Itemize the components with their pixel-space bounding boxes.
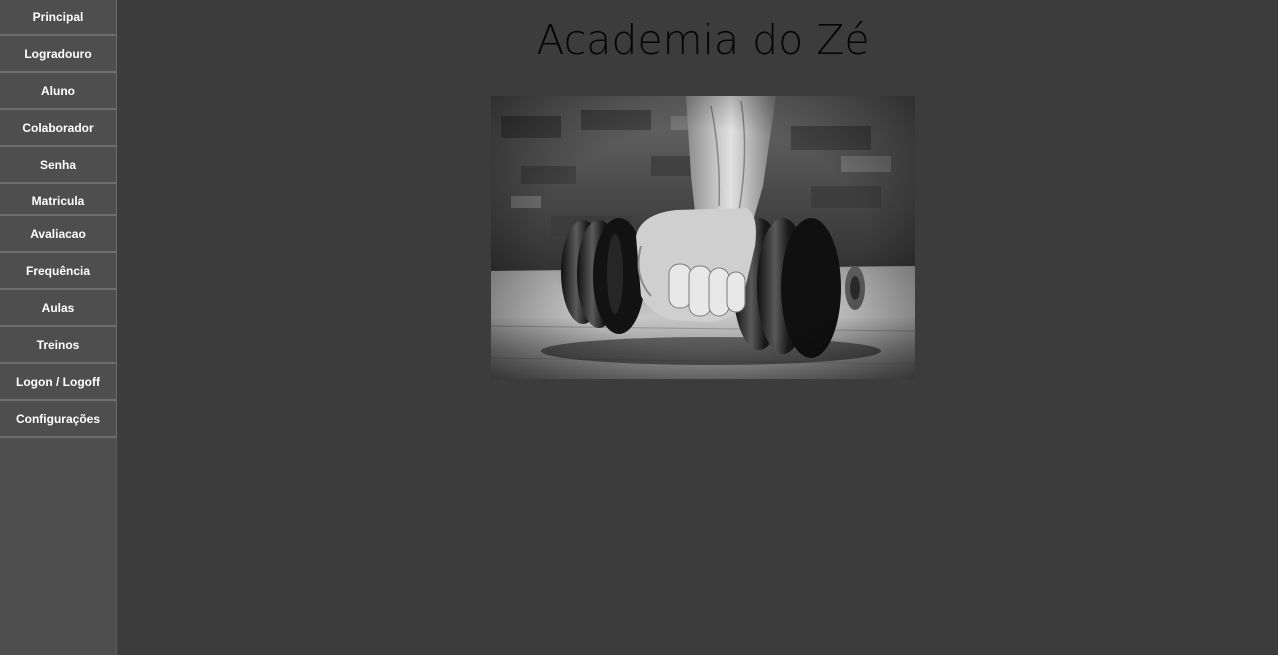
page-title: Academia do Zé <box>536 16 870 64</box>
sidebar-nav: Principal Logradouro Aluno Colaborador S… <box>0 0 117 655</box>
nav-item-matricula[interactable]: Matricula <box>0 184 117 216</box>
nav-item-aulas[interactable]: Aulas <box>0 290 117 327</box>
nav-item-principal[interactable]: Principal <box>0 0 117 36</box>
dumbbell-hand-photo <box>491 96 915 379</box>
nav-item-colaborador[interactable]: Colaborador <box>0 110 117 147</box>
nav-item-avaliacao[interactable]: Avaliacao <box>0 216 117 253</box>
nav-item-logradouro[interactable]: Logradouro <box>0 36 117 73</box>
nav-item-frequencia[interactable]: Frequência <box>0 253 117 290</box>
main-content: Academia do Zé <box>117 0 1278 655</box>
nav-item-senha[interactable]: Senha <box>0 147 117 184</box>
nav-item-aluno[interactable]: Aluno <box>0 73 117 110</box>
nav-item-treinos[interactable]: Treinos <box>0 327 117 364</box>
nav-item-configuracoes[interactable]: Configurações <box>0 401 117 438</box>
nav-item-logon-logoff[interactable]: Logon / Logoff <box>0 364 117 401</box>
